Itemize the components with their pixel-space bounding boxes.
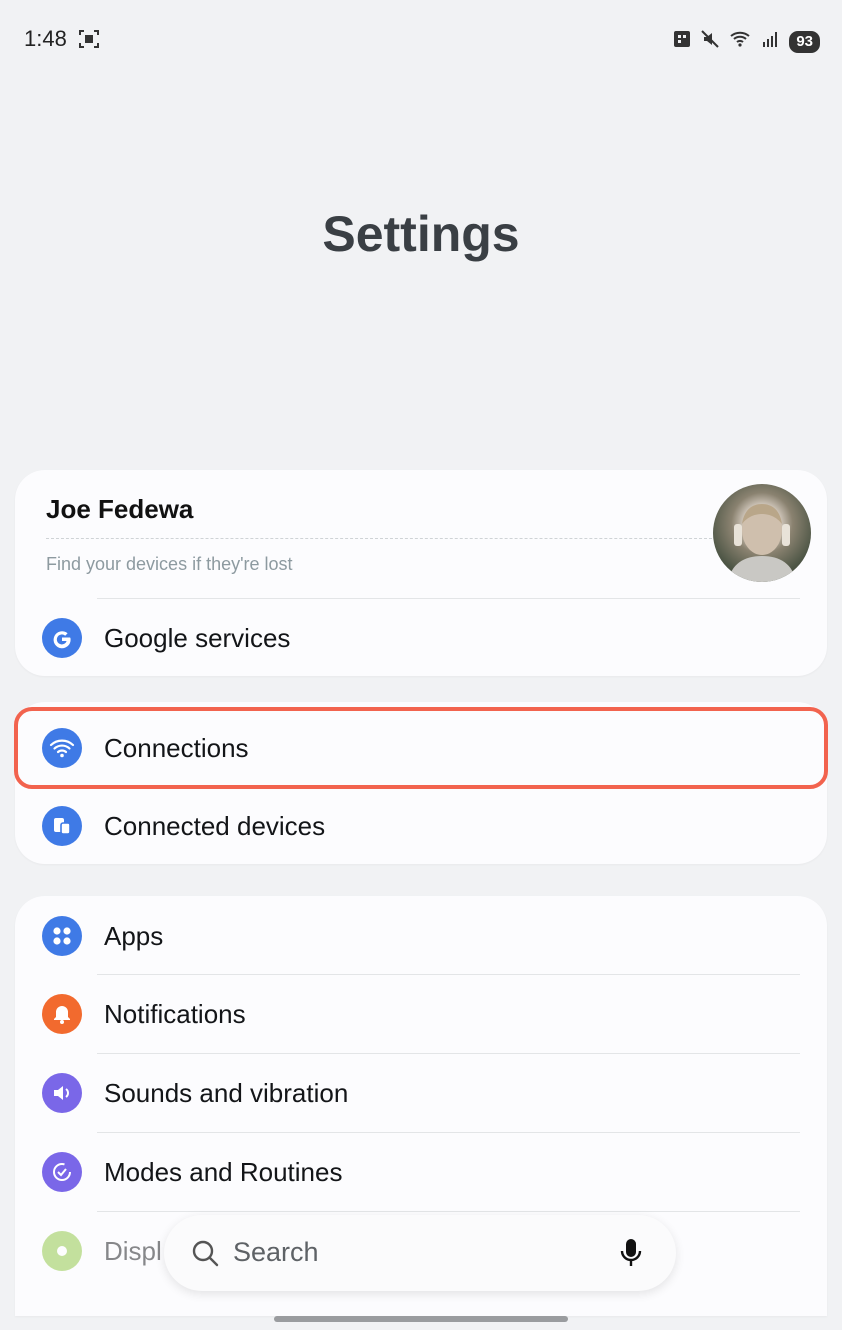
account-card: Joe Fedewa Find your devices if they're … xyxy=(15,470,827,676)
status-bar: 1:48 93 xyxy=(24,26,820,56)
connections-highlight xyxy=(14,707,828,789)
work-profile-icon xyxy=(673,29,691,54)
microphone-icon[interactable] xyxy=(620,1237,642,1274)
mute-icon xyxy=(699,28,721,55)
apps-item[interactable]: Apps xyxy=(15,897,827,975)
connected-devices-item[interactable]: Connected devices xyxy=(15,787,827,865)
google-services-item[interactable]: Google services xyxy=(15,599,827,677)
display-label: Displ xyxy=(104,1235,162,1266)
display-icon xyxy=(42,1231,82,1271)
google-icon xyxy=(42,618,82,658)
search-bar[interactable]: Search xyxy=(164,1215,676,1291)
avatar[interactable] xyxy=(713,484,811,582)
google-services-label: Google services xyxy=(104,622,291,653)
battery-level: 93 xyxy=(789,30,820,53)
apps-label: Apps xyxy=(104,920,164,951)
notifications-label: Notifications xyxy=(104,998,246,1029)
speaker-icon xyxy=(42,1073,82,1113)
signal-icon xyxy=(761,29,781,54)
home-indicator[interactable] xyxy=(274,1316,568,1322)
screenshot-icon xyxy=(78,28,100,55)
routine-icon xyxy=(42,1152,82,1192)
account-profile[interactable]: Joe Fedewa Find your devices if they're … xyxy=(15,470,827,598)
status-icons: 93 xyxy=(673,28,820,55)
search-placeholder: Search xyxy=(233,1237,319,1267)
page-title: Settings xyxy=(322,206,520,262)
notifications-item[interactable]: Notifications xyxy=(15,975,827,1053)
wifi-6e-icon xyxy=(729,28,753,55)
modes-routines-label: Modes and Routines xyxy=(104,1156,343,1187)
apps-icon xyxy=(42,916,82,956)
settings-screen: 1:48 93 Settings Joe Fedewa Find your de… xyxy=(0,0,842,1330)
divider xyxy=(46,538,712,539)
connected-devices-label: Connected devices xyxy=(104,810,326,841)
modes-routines-item[interactable]: Modes and Routines xyxy=(15,1133,827,1211)
sounds-vibration-label: Sounds and vibration xyxy=(104,1077,349,1108)
connected-devices-icon xyxy=(42,806,82,846)
status-time: 1:48 xyxy=(24,26,67,51)
search-icon xyxy=(190,1238,220,1273)
profile-subtitle: Find your devices if they're lost xyxy=(46,554,293,574)
sounds-vibration-item[interactable]: Sounds and vibration xyxy=(15,1054,827,1132)
profile-name: Joe Fedewa xyxy=(46,494,194,524)
bell-icon xyxy=(42,994,82,1034)
